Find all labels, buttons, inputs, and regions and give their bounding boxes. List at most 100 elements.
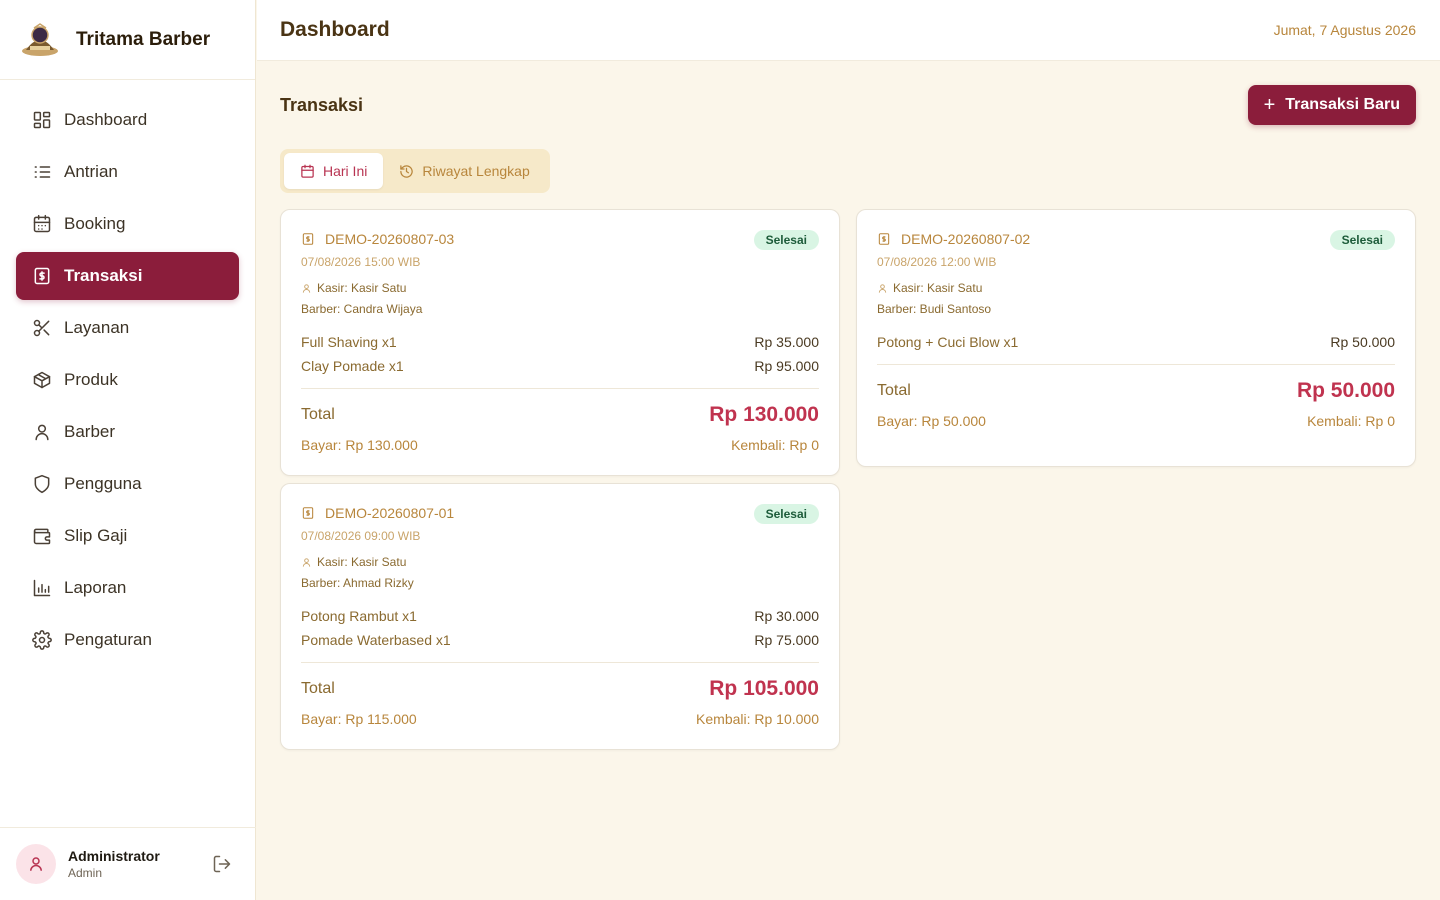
transaction-id: DEMO-20260807-02 [877, 231, 1030, 247]
list-item: Potong + Cuci Blow x1 Rp 50.000 [877, 330, 1395, 354]
kasir-text: Kasir: Kasir Satu [317, 281, 407, 295]
total-label: Total [301, 680, 335, 697]
payment-amount: Bayar: Rp 50.000 [877, 413, 986, 429]
change-amount: Kembali: Rp 0 [1307, 413, 1395, 429]
tab-bar: Hari Ini Riwayat Lengkap [280, 149, 550, 193]
item-name: Clay Pomade x1 [301, 358, 404, 374]
sidebar-item-label: Antrian [64, 162, 118, 181]
logout-button[interactable] [212, 854, 232, 874]
status-badge: Selesai [753, 230, 819, 250]
list-item: Potong Rambut x1 Rp 30.000 [301, 604, 819, 628]
total-label: Total [301, 406, 335, 423]
transaction-card[interactable]: DEMO-20260807-02 Selesai 07/08/2026 12:0… [856, 209, 1416, 467]
tab-label: Riwayat Lengkap [422, 163, 530, 179]
sidebar-item-pengguna[interactable]: Pengguna [16, 460, 239, 508]
payment-amount: Bayar: Rp 115.000 [301, 711, 417, 727]
list-item: Full Shaving x1 Rp 35.000 [301, 330, 819, 354]
barber-line: Barber: Budi Santoso [877, 302, 992, 316]
transaction-id-text: DEMO-20260807-01 [325, 505, 455, 521]
sidebar-item-booking[interactable]: Booking [16, 200, 239, 248]
item-list: Potong + Cuci Blow x1 Rp 50.000 [877, 330, 1395, 354]
user-icon [878, 283, 887, 293]
transaction-card[interactable]: DEMO-20260807-01 Selesai 07/08/2026 09:0… [280, 483, 840, 750]
sidebar-item-produk[interactable]: Produk [16, 356, 239, 404]
transaction-id-text: DEMO-20260807-02 [901, 231, 1031, 247]
receipt-icon [302, 507, 314, 519]
item-price: Rp 50.000 [1330, 334, 1395, 350]
kasir-line: Kasir: Kasir Satu [877, 281, 1395, 295]
sidebar-item-transaksi[interactable]: Transaksi [16, 252, 239, 300]
sidebar-item-label: Transaksi [64, 266, 143, 285]
tab-label: Hari Ini [323, 163, 368, 179]
shield-icon [34, 474, 50, 494]
gear-icon [32, 630, 52, 650]
section-title: Transaksi [280, 94, 364, 115]
sidebar-item-slip-gaji[interactable]: Slip Gaji [16, 512, 239, 560]
item-price: Rp 75.000 [754, 632, 819, 648]
sidebar-item-label: Booking [64, 214, 126, 233]
section-header: Transaksi + Transaksi Baru [280, 61, 1416, 149]
sidebar-item-barber[interactable]: Barber [16, 408, 239, 456]
total-label: Total [877, 382, 911, 399]
plus-icon: + [1263, 93, 1276, 116]
sidebar-item-label: Laporan [64, 578, 127, 597]
divider [301, 662, 819, 663]
item-name: Potong Rambut x1 [301, 608, 417, 624]
item-name: Pomade Waterbased x1 [301, 632, 451, 648]
sidebar-item-label: Produk [64, 370, 118, 389]
sidebar-item-layanan[interactable]: Layanan [16, 304, 239, 352]
total-value: Rp 130.000 [709, 403, 819, 426]
list-item: Pomade Waterbased x1 Rp 75.000 [301, 628, 819, 652]
user-name: Administrator [68, 848, 160, 864]
dashboard-icon [33, 111, 51, 129]
sidebar-item-label: Pengguna [64, 474, 142, 493]
current-date: Jumat, 7 Agustus 2026 [1273, 22, 1416, 38]
receipt-icon [878, 233, 890, 245]
user-icon [302, 557, 311, 567]
page-title: Dashboard [280, 18, 390, 41]
sidebar-item-antrian[interactable]: Antrian [16, 148, 239, 196]
kasir-line: Kasir: Kasir Satu [301, 281, 819, 295]
tab-riwayat-lengkap[interactable]: Riwayat Lengkap [383, 153, 545, 189]
calendar-icon [33, 214, 51, 233]
new-transaction-button[interactable]: + Transaksi Baru [1247, 85, 1416, 125]
sidebar-item-label: Barber [64, 422, 116, 441]
status-badge: Selesai [1329, 230, 1395, 250]
receipt-icon [34, 267, 50, 285]
barbershop-logo-icon [22, 22, 58, 56]
payment-row: Bayar: Rp 130.000 Kembali: Rp 0 [301, 437, 819, 475]
avatar [16, 844, 56, 884]
transaction-id: DEMO-20260807-01 [301, 505, 454, 521]
item-price: Rp 95.000 [754, 358, 819, 374]
sidebar-item-label: Pengaturan [64, 630, 152, 649]
transaction-time: 07/08/2026 15:00 WIB [301, 255, 421, 269]
total-row: Total Rp 50.000 [877, 379, 1395, 403]
bar-chart-icon [33, 579, 51, 597]
tab-hari-ini[interactable]: Hari Ini [284, 153, 384, 189]
sidebar-item-laporan[interactable]: Laporan [16, 564, 239, 612]
transaction-card[interactable]: DEMO-20260807-03 Selesai 07/08/2026 15:0… [280, 209, 840, 476]
sidebar-item-dashboard[interactable]: Dashboard [16, 96, 239, 144]
barber-line: Barber: Ahmad Rizky [301, 576, 414, 590]
item-price: Rp 35.000 [754, 334, 819, 350]
total-row: Total Rp 130.000 [301, 403, 819, 427]
barber-line: Barber: Candra Wijaya [301, 302, 423, 316]
history-icon [400, 164, 414, 178]
main-content: Transaksi + Transaksi Baru Hari Ini Riwa… [280, 61, 1416, 750]
kasir-text: Kasir: Kasir Satu [317, 555, 407, 569]
total-value: Rp 105.000 [709, 677, 819, 700]
new-transaction-label: Transaksi Baru [1285, 96, 1400, 113]
calendar-icon [301, 164, 314, 178]
item-name: Full Shaving x1 [301, 334, 397, 350]
user-avatar-icon [30, 857, 42, 871]
sidebar-item-label: Dashboard [64, 110, 148, 129]
payment-row: Bayar: Rp 50.000 Kembali: Rp 0 [877, 413, 1395, 451]
divider [301, 388, 819, 389]
brand[interactable]: Tritama Barber [0, 0, 255, 80]
package-icon [33, 371, 51, 389]
user-icon [302, 283, 311, 293]
sidebar-item-pengaturan[interactable]: Pengaturan [16, 616, 239, 664]
total-value: Rp 50.000 [1296, 379, 1395, 402]
user-profile: Administrator Admin [0, 827, 256, 900]
divider [877, 364, 1395, 365]
